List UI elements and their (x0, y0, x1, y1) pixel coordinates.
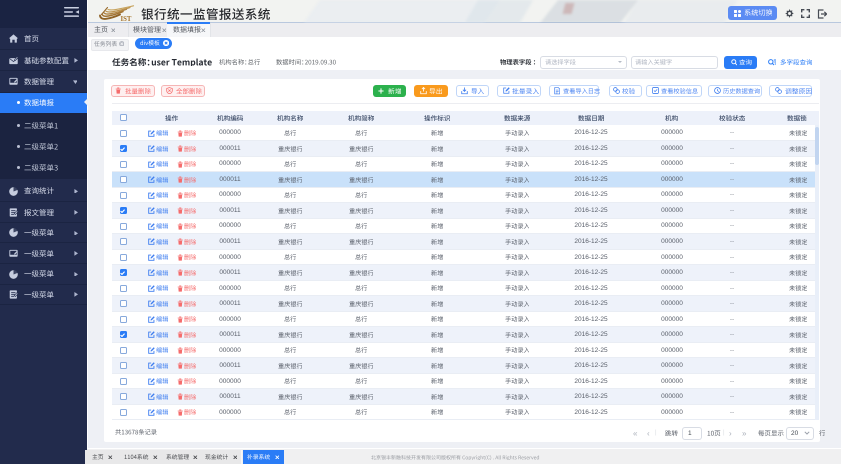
svg-text:IST: IST (121, 16, 132, 21)
